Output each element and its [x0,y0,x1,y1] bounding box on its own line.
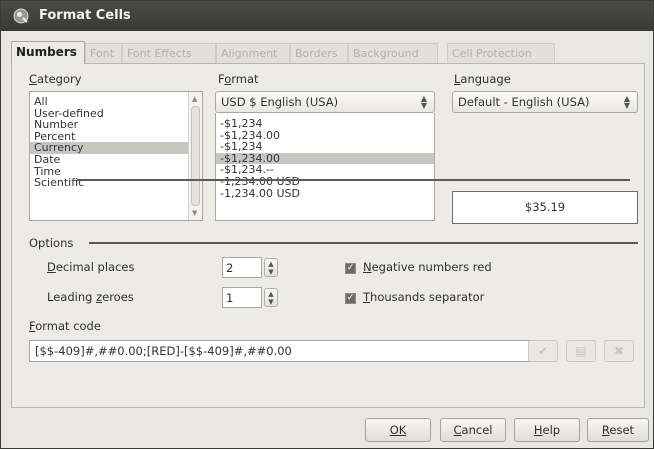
app-icon [13,8,29,24]
leading-zeroes-spin-icon[interactable]: ▲ ▼ [264,288,278,307]
options-rule [89,242,638,244]
options-separator [77,179,630,181]
delete-x-icon[interactable]: ✖ [604,340,634,362]
format-code-label: Format code [29,319,101,333]
category-item-all[interactable]: All [30,96,202,108]
scroll-down-icon[interactable]: ▼ [192,209,197,217]
options-heading: Options [29,236,78,250]
decimal-places-input[interactable]: 2 [222,257,262,278]
window-title: Format Cells [39,8,131,23]
cancel-button[interactable]: Cancel [440,418,506,442]
leading-zeroes-input[interactable]: 1 [222,287,262,308]
category-item-date[interactable]: Date [30,154,202,166]
tab-borders[interactable]: Borders [290,43,348,63]
preview-box: $35.19 [452,191,638,224]
negative-red-checkbox[interactable]: ✓ [345,263,356,274]
category-label: Category [29,72,82,86]
tab-cell-protection[interactable]: Cell Protection [447,43,555,63]
format-code-input[interactable]: [$$-409]#,##0.00;[RED]-[$$-409]#,##0.00 [29,340,532,362]
thousands-separator-label[interactable]: Thousands separator [363,290,484,304]
select-spin-icon: ▲ ▼ [420,94,427,110]
reset-button[interactable]: Reset [587,418,649,442]
scroll-thumb[interactable] [191,106,200,206]
format-item[interactable]: -1,234.00 USD [216,176,434,188]
help-button[interactable]: Help [514,418,580,442]
format-cells-dialog: Format Cells Numbers Font Font Effects A… [0,0,654,449]
negative-red-label[interactable]: Negative numbers red [363,260,492,274]
format-item[interactable]: -1,234.00 USD [216,187,434,200]
format-item[interactable]: -$1,234 [216,118,434,130]
tab-background[interactable]: Background [348,43,438,63]
format-list[interactable]: -$1,234 -$1,234.00 -$1,234 -$1,234.00 -$… [215,113,435,221]
accept-check-icon[interactable]: ✔ [528,340,558,362]
scroll-up-icon[interactable]: ▲ [192,95,197,103]
edit-comment-icon[interactable]: ▤ [566,340,596,362]
select-spin-icon: ▲ ▼ [623,94,630,110]
category-scrollbar[interactable]: ▲ ▼ [188,92,202,220]
category-list[interactable]: All User-defined Number Percent Currency… [29,91,203,221]
tab-numbers[interactable]: Numbers [11,41,85,64]
format-label: Format [218,72,259,86]
language-label: Language [454,72,511,86]
decimal-places-spin-icon[interactable]: ▲ ▼ [264,258,278,277]
leading-zeroes-label: Leading zeroes [47,290,134,304]
ok-button[interactable]: OK [365,418,431,442]
tab-font[interactable]: Font [85,43,122,63]
thousands-separator-checkbox[interactable]: ✓ [345,293,356,304]
tab-font-effects[interactable]: Font Effects [122,43,216,63]
language-select[interactable]: Default - English (USA) ▲ ▼ [452,91,638,113]
currency-select[interactable]: USD $ English (USA) ▲ ▼ [215,91,435,113]
tab-alignment[interactable]: Alignment [216,43,290,63]
decimal-places-label: Decimal places [47,260,135,274]
title-bar[interactable]: Format Cells [1,1,653,31]
